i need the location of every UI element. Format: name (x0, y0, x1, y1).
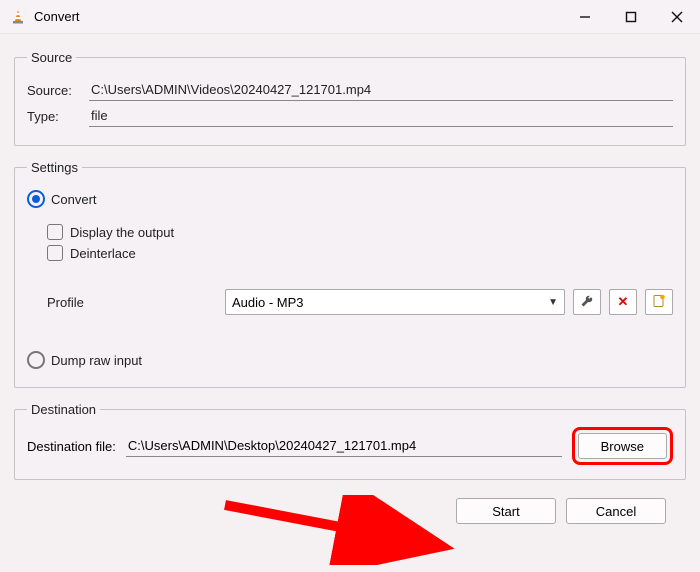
source-label: Source: (27, 83, 89, 98)
x-icon: ✕ (618, 294, 629, 310)
new-document-icon (652, 294, 666, 311)
browse-highlight: Browse (572, 427, 673, 465)
wrench-icon (580, 294, 594, 311)
source-group: Source Source: Type: file (14, 50, 686, 146)
display-output-checkbox[interactable]: Display the output (47, 224, 673, 240)
cancel-button[interactable]: Cancel (566, 498, 666, 524)
settings-legend: Settings (27, 160, 82, 175)
dump-raw-radio[interactable]: Dump raw input (27, 351, 673, 369)
edit-profile-button[interactable] (573, 289, 601, 315)
destination-file-label: Destination file: (27, 439, 116, 454)
profile-value: Audio - MP3 (232, 295, 304, 310)
destination-file-input[interactable] (126, 435, 562, 457)
type-value: file (89, 105, 673, 127)
radio-unchecked-icon (27, 351, 45, 369)
chevron-down-icon: ▼ (548, 297, 558, 308)
delete-profile-button[interactable]: ✕ (609, 289, 637, 315)
maximize-button[interactable] (608, 0, 654, 34)
browse-button[interactable]: Browse (578, 433, 667, 459)
convert-radio-label: Convert (51, 192, 97, 207)
profile-combobox[interactable]: Audio - MP3 ▼ (225, 289, 565, 315)
window-title: Convert (34, 9, 80, 24)
window-controls (562, 0, 700, 34)
start-button[interactable]: Start (456, 498, 556, 524)
settings-group: Settings Convert Display the output Dein… (14, 160, 686, 388)
source-input[interactable] (89, 79, 673, 101)
minimize-button[interactable] (562, 0, 608, 34)
checkbox-unchecked-icon (47, 245, 63, 261)
deinterlace-checkbox[interactable]: Deinterlace (47, 245, 673, 261)
source-legend: Source (27, 50, 76, 65)
destination-legend: Destination (27, 402, 100, 417)
convert-radio[interactable]: Convert (27, 190, 673, 208)
display-output-label: Display the output (70, 225, 174, 240)
destination-group: Destination Destination file: Browse (14, 402, 686, 480)
type-label: Type: (27, 109, 89, 124)
browse-button-label: Browse (601, 439, 644, 454)
vlc-icon (10, 9, 26, 25)
deinterlace-label: Deinterlace (70, 246, 136, 261)
checkbox-unchecked-icon (47, 224, 63, 240)
dump-raw-label: Dump raw input (51, 353, 142, 368)
radio-checked-icon (27, 190, 45, 208)
cancel-button-label: Cancel (596, 504, 636, 519)
titlebar: Convert (0, 0, 700, 34)
new-profile-button[interactable] (645, 289, 673, 315)
profile-label: Profile (47, 295, 217, 310)
close-button[interactable] (654, 0, 700, 34)
start-button-label: Start (492, 504, 519, 519)
